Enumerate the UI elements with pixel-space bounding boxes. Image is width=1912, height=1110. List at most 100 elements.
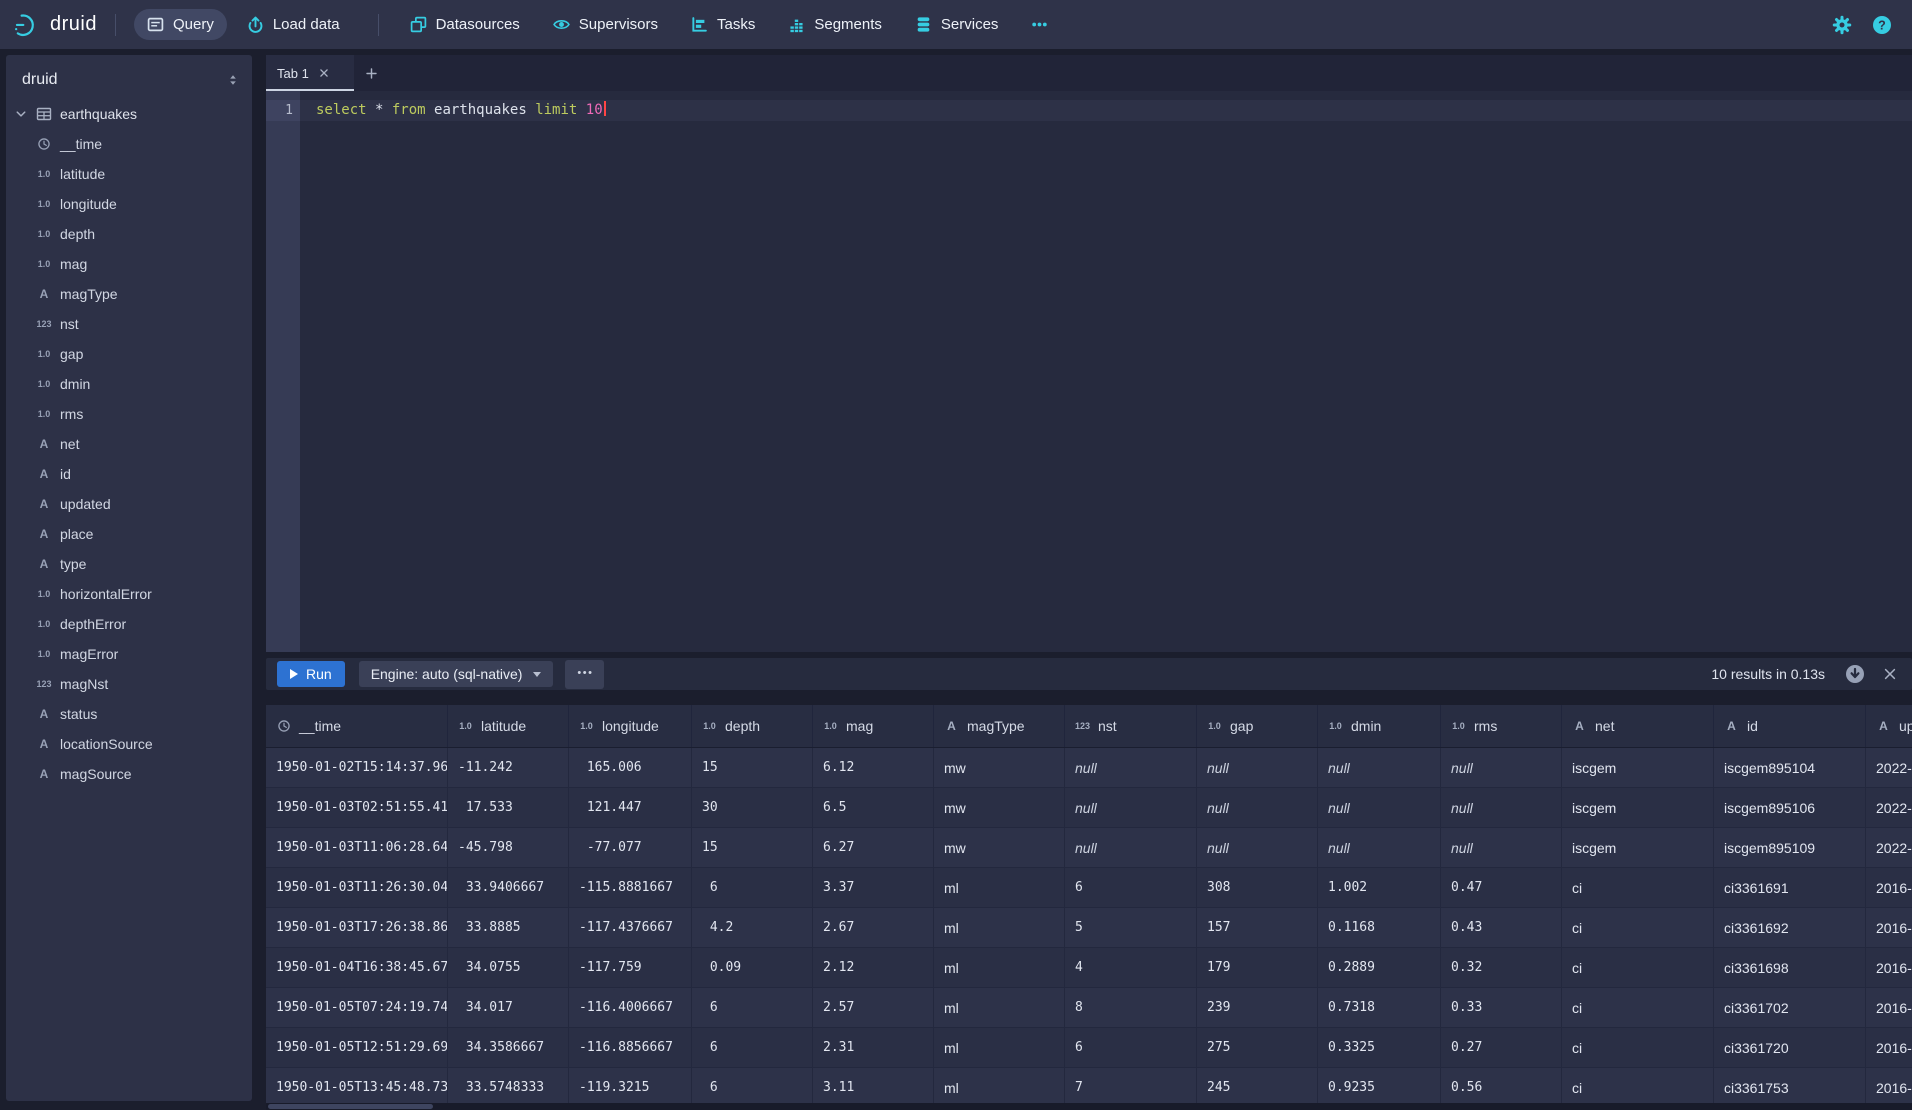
table-cell[interactable]: mw	[934, 788, 1065, 827]
column-item-locationSource[interactable]: AlocationSource	[6, 729, 252, 759]
table-cell[interactable]: ml	[934, 1068, 1065, 1107]
table-cell[interactable]: null	[1197, 788, 1318, 827]
table-cell[interactable]: -116.4006667	[569, 988, 692, 1027]
table-cell[interactable]: null	[1441, 788, 1562, 827]
table-cell[interactable]: 0.09	[692, 948, 813, 987]
column-item-gap[interactable]: 1.0gap	[6, 339, 252, 369]
double-caret-vertical-icon[interactable]	[226, 73, 240, 87]
column-item-dmin[interactable]: 1.0dmin	[6, 369, 252, 399]
column-item-id[interactable]: Aid	[6, 459, 252, 489]
results-header-cell-longitude[interactable]: 1.0longitude	[569, 705, 692, 747]
table-cell[interactable]: 4	[1065, 948, 1197, 987]
table-cell[interactable]: 3.37	[813, 868, 934, 907]
results-header-cell-id[interactable]: Aid	[1714, 705, 1866, 747]
column-item-longitude[interactable]: 1.0longitude	[6, 189, 252, 219]
table-cell[interactable]: null	[1065, 828, 1197, 867]
table-cell[interactable]: 1950-01-03T17:26:38.860Z	[266, 908, 448, 947]
table-cell[interactable]: 15	[692, 748, 813, 787]
column-item-nst[interactable]: 123nst	[6, 309, 252, 339]
table-cell[interactable]: 245	[1197, 1068, 1318, 1107]
table-cell[interactable]: ci	[1562, 988, 1714, 1027]
nav-item-segments[interactable]: Segments	[775, 9, 895, 40]
table-cell[interactable]: 5	[1065, 908, 1197, 947]
results-header-cell-latitude[interactable]: 1.0latitude	[448, 705, 569, 747]
column-item-__time[interactable]: __time	[6, 129, 252, 159]
table-cell[interactable]: 6	[692, 1028, 813, 1067]
table-cell[interactable]: 0.43	[1441, 908, 1562, 947]
table-cell[interactable]: ci3361720	[1714, 1028, 1866, 1067]
table-cell[interactable]: 34.0755	[448, 948, 569, 987]
druid-logo-group[interactable]: druid	[14, 11, 97, 38]
table-cell[interactable]: 275	[1197, 1028, 1318, 1067]
table-cell[interactable]: null	[1197, 748, 1318, 787]
column-item-rms[interactable]: 1.0rms	[6, 399, 252, 429]
table-cell[interactable]: 6	[692, 988, 813, 1027]
results-header-cell-rms[interactable]: 1.0rms	[1441, 705, 1562, 747]
table-cell[interactable]: 15	[692, 828, 813, 867]
results-header-cell-magType[interactable]: AmagType	[934, 705, 1065, 747]
table-cell[interactable]: 33.9406667	[448, 868, 569, 907]
table-cell[interactable]: 157	[1197, 908, 1318, 947]
results-header-cell-gap[interactable]: 1.0gap	[1197, 705, 1318, 747]
sql-editor[interactable]: 1 select * from earthquakes limit 10	[266, 91, 1912, 652]
table-cell[interactable]: 165.006	[569, 748, 692, 787]
nav-item-load-data[interactable]: Load data	[234, 9, 353, 40]
table-cell[interactable]: iscgem	[1562, 788, 1714, 827]
tab-1[interactable]: Tab 1	[266, 55, 354, 91]
table-cell[interactable]: 2.31	[813, 1028, 934, 1067]
table-cell[interactable]: 179	[1197, 948, 1318, 987]
table-cell[interactable]: 6.12	[813, 748, 934, 787]
column-item-horizontalError[interactable]: 1.0horizontalError	[6, 579, 252, 609]
table-cell[interactable]: 33.8885	[448, 908, 569, 947]
table-cell[interactable]: 2016-0	[1866, 988, 1912, 1027]
table-cell[interactable]: 1950-01-03T11:06:28.640Z	[266, 828, 448, 867]
table-cell[interactable]: ci	[1562, 908, 1714, 947]
table-cell[interactable]: null	[1197, 828, 1318, 867]
close-icon[interactable]	[319, 68, 329, 78]
table-cell[interactable]: -116.8856667	[569, 1028, 692, 1067]
table-cell[interactable]: 2.57	[813, 988, 934, 1027]
table-cell[interactable]: 3.11	[813, 1068, 934, 1107]
table-cell[interactable]: 34.3586667	[448, 1028, 569, 1067]
table-cell[interactable]: 0.56	[1441, 1068, 1562, 1107]
scrollbar-thumb[interactable]	[268, 1104, 433, 1109]
table-cell[interactable]: 4.2	[692, 908, 813, 947]
table-cell[interactable]: ci3361753	[1714, 1068, 1866, 1107]
table-cell[interactable]: ml	[934, 988, 1065, 1027]
datasource-item[interactable]: earthquakes	[6, 99, 252, 129]
table-cell[interactable]: -11.242	[448, 748, 569, 787]
results-header-cell-depth[interactable]: 1.0depth	[692, 705, 813, 747]
table-cell[interactable]: ci3361698	[1714, 948, 1866, 987]
query-more-button[interactable]: •••	[565, 660, 604, 689]
table-cell[interactable]: null	[1318, 828, 1441, 867]
table-cell[interactable]: null	[1318, 748, 1441, 787]
column-item-depthError[interactable]: 1.0depthError	[6, 609, 252, 639]
table-cell[interactable]: 1950-01-03T02:51:55.410Z	[266, 788, 448, 827]
table-cell[interactable]: 0.47	[1441, 868, 1562, 907]
table-cell[interactable]: 2022-0	[1866, 788, 1912, 827]
table-cell[interactable]: iscgem	[1562, 748, 1714, 787]
table-cell[interactable]: 0.27	[1441, 1028, 1562, 1067]
help-icon[interactable]: ?	[1872, 15, 1892, 35]
table-cell[interactable]: 6	[692, 1068, 813, 1107]
engine-select[interactable]: Engine: auto (sql-native)	[359, 661, 554, 687]
table-cell[interactable]: 6	[692, 868, 813, 907]
run-button[interactable]: Run	[277, 661, 345, 687]
table-cell[interactable]: 0.2889	[1318, 948, 1441, 987]
add-tab-button[interactable]	[354, 55, 388, 91]
download-button[interactable]	[1845, 664, 1865, 684]
table-cell[interactable]: 2.12	[813, 948, 934, 987]
results-header-cell-dmin[interactable]: 1.0dmin	[1318, 705, 1441, 747]
table-cell[interactable]: null	[1441, 828, 1562, 867]
close-results-button[interactable]	[1883, 667, 1897, 681]
table-cell[interactable]: null	[1441, 748, 1562, 787]
column-item-magNst[interactable]: 123magNst	[6, 669, 252, 699]
column-item-depth[interactable]: 1.0depth	[6, 219, 252, 249]
table-cell[interactable]: 1950-01-05T12:51:29.690Z	[266, 1028, 448, 1067]
nav-item-supervisors[interactable]: Supervisors	[540, 9, 671, 40]
table-cell[interactable]: 0.33	[1441, 988, 1562, 1027]
table-cell[interactable]: ci3361702	[1714, 988, 1866, 1027]
table-cell[interactable]: iscgem895109	[1714, 828, 1866, 867]
column-item-mag[interactable]: 1.0mag	[6, 249, 252, 279]
table-cell[interactable]: 8	[1065, 988, 1197, 1027]
